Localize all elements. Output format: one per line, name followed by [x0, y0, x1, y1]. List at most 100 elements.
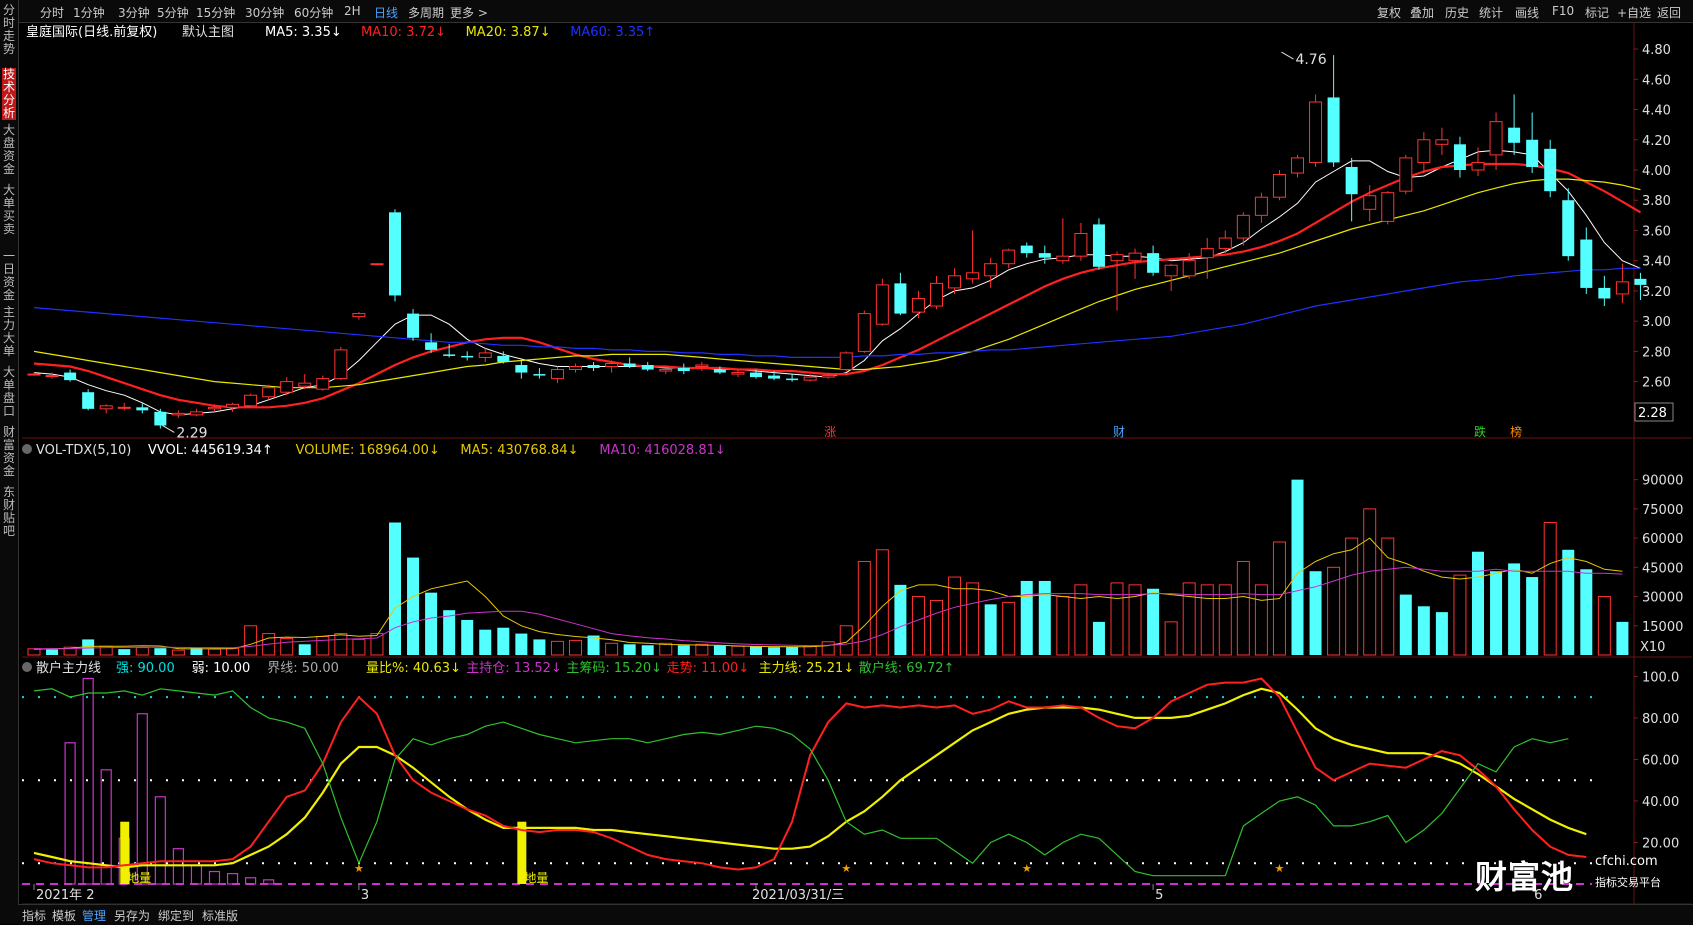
- candle-body: [803, 376, 817, 381]
- volume-bar: [821, 641, 835, 656]
- price-tick-label-12: 4.80: [1642, 43, 1671, 58]
- candle-body: [1580, 239, 1593, 288]
- candle-body: [478, 352, 492, 358]
- candle-body: [407, 313, 420, 338]
- candle-body: [208, 406, 221, 410]
- vol-unit: X10: [1640, 640, 1665, 655]
- candle-body: [425, 342, 438, 350]
- holding-bar: [82, 677, 94, 885]
- ind-legend-6: 走势: 11.00↓: [667, 660, 750, 676]
- candle-body: [930, 282, 943, 307]
- volume-bar: [389, 522, 401, 655]
- bottom-tab-4[interactable]: 绑定到: [158, 907, 194, 924]
- volume-bar: [1147, 588, 1160, 655]
- candle-body: [64, 372, 77, 381]
- candle-body: [1399, 157, 1413, 192]
- price-tick-label-1: 2.60: [1642, 376, 1671, 391]
- candle-body: [1309, 101, 1323, 163]
- bottom-tab-5[interactable]: 标准版: [202, 907, 238, 924]
- candle-body: [1218, 237, 1232, 250]
- price-tick-label-2: 2.80: [1642, 345, 1671, 360]
- bottom-tab-1[interactable]: 模板: [52, 907, 76, 924]
- ind-tick-label-1: 40.00: [1642, 795, 1679, 810]
- ind-collapse-icon: [22, 662, 32, 672]
- candle-body: [1236, 214, 1250, 239]
- bottom-tab-0[interactable]: 指标: [22, 907, 46, 924]
- volume-bar: [713, 645, 726, 655]
- candle-body: [1164, 264, 1178, 277]
- volume-bar: [1074, 584, 1088, 656]
- ind-legend-1: 弱: 10.00: [192, 661, 251, 676]
- signal-icon-2: ★: [1022, 862, 1032, 875]
- volume-bar: [677, 645, 690, 655]
- vol-tick-label-3: 60000: [1642, 532, 1683, 547]
- watermark-brand: 财富池: [1475, 858, 1575, 896]
- candle-body: [605, 362, 619, 368]
- volume-bar: [605, 642, 619, 656]
- bottom-tab-2[interactable]: 管理: [82, 907, 106, 924]
- candle-body: [1562, 200, 1575, 257]
- ma-line-ma20: [33, 178, 1641, 389]
- volume-bar: [515, 633, 528, 655]
- candle-body: [1471, 161, 1485, 171]
- holding-bar: [208, 870, 221, 885]
- candle-body: [641, 365, 654, 370]
- volume-bar: [533, 639, 546, 655]
- volume-bar: [1580, 569, 1593, 655]
- candle-body: [1291, 157, 1304, 174]
- extreme-label-0: 2.29: [176, 425, 207, 441]
- vol-tick-label-1: 30000: [1642, 591, 1683, 606]
- volume-bar: [1254, 584, 1268, 656]
- candle-body: [695, 364, 709, 368]
- candle-body: [569, 366, 582, 371]
- volume-bar: [569, 639, 582, 656]
- candle-body: [1327, 97, 1340, 163]
- volume-bar: [803, 645, 817, 656]
- vol-tick-label-0: 15000: [1642, 620, 1683, 635]
- volume-bar: [135, 647, 149, 656]
- volume-bar: [370, 633, 384, 656]
- volume-bar: [1543, 522, 1557, 656]
- volume-bar: [1182, 582, 1196, 656]
- candle-body: [1200, 248, 1214, 259]
- candle-body: [27, 373, 41, 376]
- ind-tick-label-3: 80.00: [1642, 712, 1679, 727]
- candle-body: [857, 313, 871, 352]
- volume-bar: [425, 592, 438, 655]
- ma-legend-3: MA60: 3.35↑: [570, 25, 655, 40]
- candle-body: [966, 272, 980, 280]
- volume-bar: [1417, 606, 1430, 655]
- volume-bar: [1616, 621, 1629, 655]
- volume-bar: [1236, 560, 1250, 656]
- stock-title: 皇庭国际(日线.前复权): [26, 24, 157, 40]
- volume-bar: [1562, 549, 1575, 655]
- volume-bar: [1218, 584, 1232, 656]
- volume-bar: [750, 646, 762, 655]
- candle-body: [1634, 278, 1647, 285]
- candle-body: [1615, 281, 1629, 295]
- ma-legend-0: MA5: 3.35↓: [265, 25, 342, 40]
- volume-bar: [966, 582, 980, 656]
- candle-body: [280, 381, 294, 393]
- volume-bar: [768, 647, 781, 655]
- vol-legend-1: VOLUME: 168964.00↓: [296, 443, 440, 458]
- candle-body: [117, 406, 131, 409]
- candle-body: [750, 372, 762, 378]
- volume-bar: [244, 625, 258, 656]
- candle-body: [82, 392, 95, 409]
- volume-bar: [171, 649, 185, 656]
- volume-bar: [930, 599, 943, 656]
- bottom-tab-3[interactable]: 另存为: [114, 907, 150, 924]
- extreme-pointer-1: [1281, 51, 1294, 60]
- candle-body: [1453, 144, 1466, 170]
- volume-bar: [786, 646, 799, 655]
- volume-bar: [208, 648, 221, 656]
- volume-bar: [1020, 580, 1033, 655]
- ground-volume-label-1: 地量: [524, 871, 548, 885]
- volume-bar: [911, 596, 925, 656]
- candle-body: [1381, 192, 1395, 222]
- ma-legend-2: MA20: 3.87↓: [466, 25, 551, 40]
- candle-body: [911, 297, 925, 313]
- watermark-site: cfchi.com: [1595, 854, 1658, 869]
- ground-volume-label-0: 地量: [127, 871, 151, 885]
